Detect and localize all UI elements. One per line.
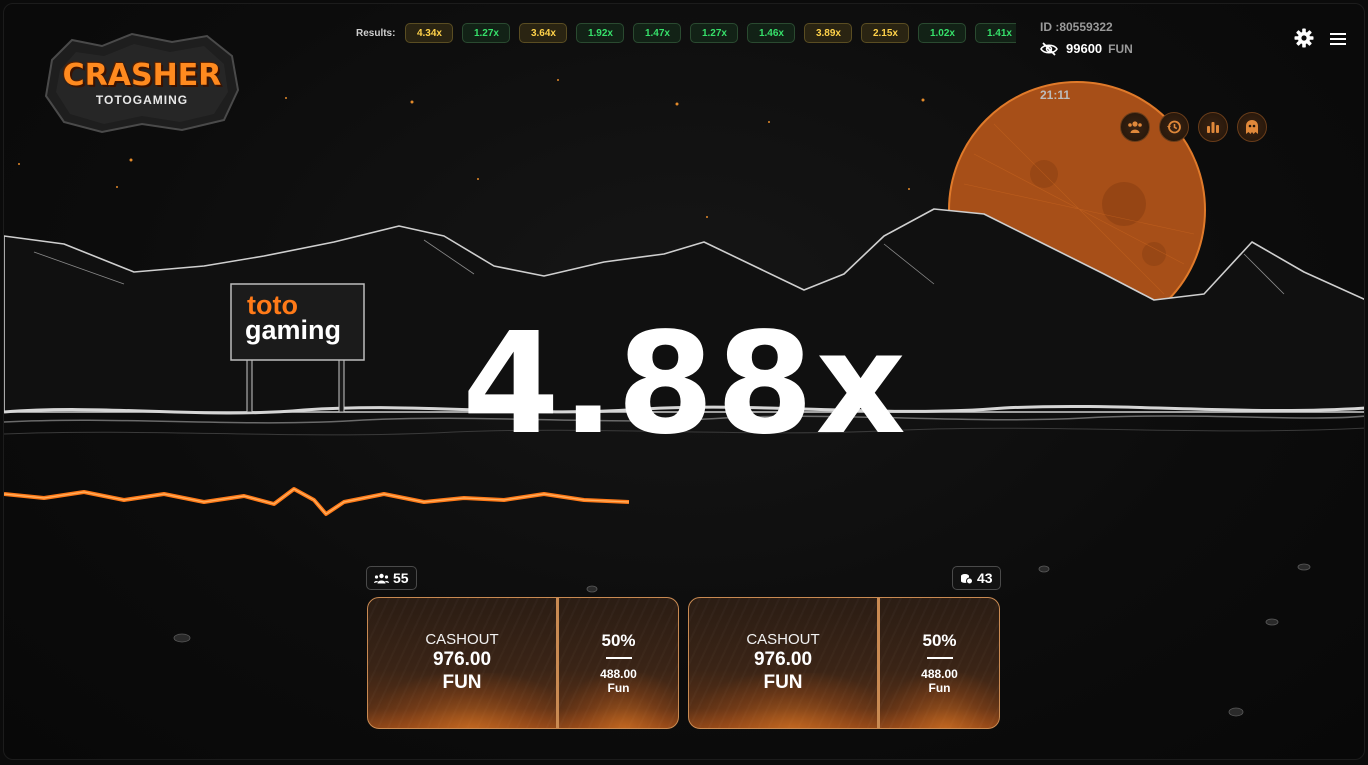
players-icon: [374, 573, 389, 583]
statistics-icon: [1207, 122, 1219, 133]
cashout-amount: 976.00: [753, 649, 813, 670]
coins-icon: [961, 573, 973, 584]
result-chip[interactable]: 1.41x: [975, 23, 1016, 43]
half-cashout-currency: Fun: [607, 681, 630, 695]
ghost-button[interactable]: [1237, 112, 1267, 142]
balance-currency: FUN: [1108, 41, 1133, 56]
result-chip[interactable]: 3.64x: [519, 23, 568, 43]
cashout-amount: 976.00: [432, 649, 492, 670]
logo-subtitle: TOTOGAMING: [95, 93, 189, 107]
result-chip[interactable]: 1.02x: [918, 23, 967, 43]
game-frame: toto gaming CRASHER TOTOGAMING Results: …: [3, 3, 1365, 760]
result-chip[interactable]: 1.92x: [576, 23, 625, 43]
history-button[interactable]: [1159, 112, 1189, 142]
divider: [605, 657, 632, 659]
cashout-label: CASHOUT: [746, 631, 820, 648]
players-count: 55: [393, 570, 409, 586]
lava-crack: [4, 487, 630, 516]
half-cashout-amount: 488.00: [921, 667, 958, 681]
ghost-icon: [1246, 120, 1258, 134]
eye-slash-icon[interactable]: [1040, 41, 1058, 56]
players-button[interactable]: [1120, 112, 1150, 142]
half-cashout-percent: 50%: [601, 631, 636, 650]
gear-icon[interactable]: [1294, 28, 1314, 48]
hamburger-menu-icon[interactable]: [1330, 32, 1346, 46]
clock: 21:11: [1040, 88, 1071, 102]
divider: [926, 657, 953, 659]
players-icon: [1128, 121, 1142, 133]
result-chip[interactable]: 1.47x: [633, 23, 682, 43]
result-chip[interactable]: 3.89x: [804, 23, 853, 43]
cashout-button[interactable]: CASHOUT 976.00 FUN: [367, 597, 557, 729]
result-chip[interactable]: 1.27x: [690, 23, 739, 43]
results-bar: Results: 4.34x 1.27x 3.64x 1.92x 1.47x 1…: [356, 22, 1016, 44]
half-cashout-currency: Fun: [928, 681, 951, 695]
half-cashout-amount: 488.00: [600, 667, 637, 681]
result-chip[interactable]: 2.15x: [861, 23, 910, 43]
results-label: Results:: [356, 27, 396, 39]
cashout-label: CASHOUT: [425, 631, 499, 648]
result-chip[interactable]: 1.27x: [462, 23, 511, 43]
account-id: ID :80559322: [1040, 20, 1113, 34]
crasher-logo: CRASHER TOTOGAMING: [42, 30, 242, 134]
bets-count: 43: [977, 570, 993, 586]
half-cashout-button[interactable]: 50% 488.00 Fun: [557, 597, 679, 729]
round-buttons: [1120, 112, 1267, 142]
current-multiplier: 4.88x: [462, 303, 908, 466]
history-icon: [1167, 120, 1181, 134]
bet-panel-1: CASHOUT 976.00 FUN 50% 488.00 Fun: [367, 597, 679, 729]
half-cashout-button[interactable]: 50% 488.00 Fun: [878, 597, 1000, 729]
bets-counter: 43: [952, 566, 1001, 590]
balance: 99600 FUN: [1040, 41, 1133, 56]
half-cashout-percent: 50%: [922, 631, 957, 650]
statistics-button[interactable]: [1198, 112, 1228, 142]
cashout-button[interactable]: CASHOUT 976.00 FUN: [688, 597, 878, 729]
result-chip[interactable]: 4.34x: [405, 23, 454, 43]
balance-amount: 99600: [1066, 41, 1103, 56]
cashout-currency: FUN: [442, 672, 482, 693]
result-chip[interactable]: 1.46x: [747, 23, 796, 43]
logo-title: CRASHER: [62, 58, 222, 93]
bet-panel-2: CASHOUT 976.00 FUN 50% 488.00 Fun: [688, 597, 1000, 729]
cashout-currency: FUN: [763, 672, 803, 693]
players-counter: 55: [366, 566, 417, 590]
